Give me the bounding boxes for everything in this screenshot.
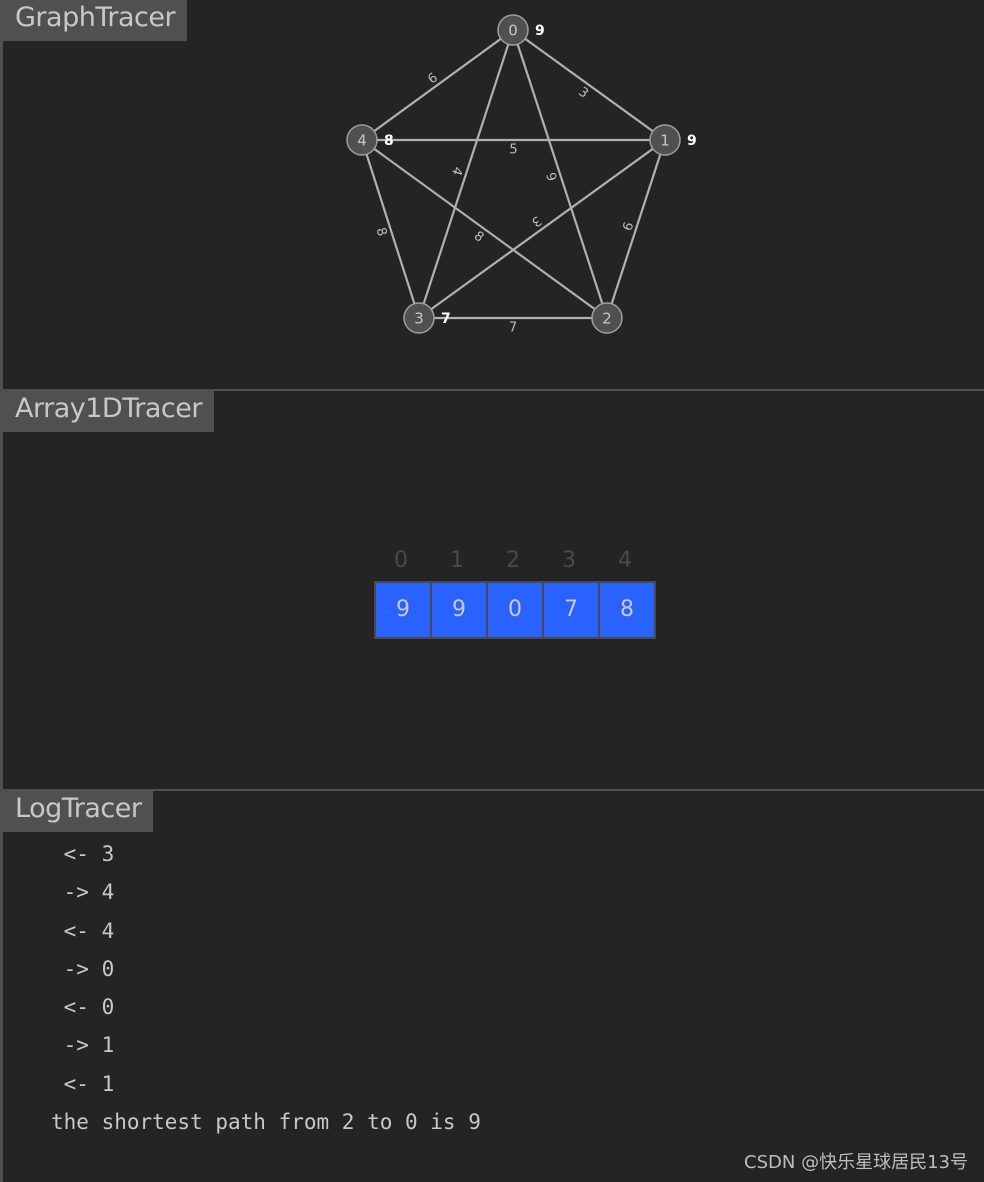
array-value-row: 9 9 0 7 8: [374, 581, 656, 639]
log-line: -> 4: [51, 880, 115, 905]
array-cell: 8: [600, 583, 654, 637]
graph-edge: [512, 29, 666, 141]
graph-edge: [605, 139, 667, 319]
node-id-label: 0: [508, 22, 518, 40]
log-line: <- 1: [51, 1071, 115, 1096]
array-cell: 7: [544, 583, 598, 637]
array-index: 2: [506, 548, 520, 573]
log-line: <- 4: [51, 918, 115, 943]
log-line: -> 0: [51, 956, 115, 981]
log-line: <- 0: [51, 995, 115, 1020]
edge-weight-label: 3: [575, 85, 591, 102]
array-index: 3: [562, 548, 576, 573]
edge-weight-label: 3: [528, 212, 544, 229]
array-view: 0 1 2 3 4 9 9 0 7 8: [373, 541, 656, 639]
edge-weight-label: 5: [509, 143, 517, 158]
log-output: <- 3 -> 4 <- 4 -> 0 <- 0 -> 1 <- 1 the s…: [51, 839, 481, 1145]
graph-edge: [511, 29, 609, 319]
log-line: -> 1: [51, 1033, 115, 1058]
node-id-label: 2: [602, 310, 612, 328]
node-id-label: 3: [414, 310, 424, 328]
array-index-row: 0 1 2 3 4: [373, 541, 656, 581]
edge-weight-label: 8: [373, 226, 390, 238]
array-index: 4: [618, 548, 632, 573]
node-id-label: 4: [357, 132, 367, 150]
array-cell: 9: [376, 583, 430, 637]
watermark: CSDN @快乐星球居民13号: [744, 1152, 968, 1173]
edge-weight-label: 7: [509, 321, 517, 336]
graph-edge: [361, 139, 608, 319]
log-tracer-title: LogTracer: [3, 791, 154, 832]
array-cell: 9: [432, 583, 486, 637]
node-id-label: 1: [660, 132, 670, 150]
graph-canvas: 9 3 5 4 9 9 8 8 3 7 0 9 1 9 2 3 7 4 8: [346, 14, 697, 336]
node-weight-label: 9: [687, 133, 697, 149]
edge-weight-label: 9: [424, 68, 440, 85]
array-tracer-panel: Array1DTracer 0 1 2 3 4 9 9 0 7 8: [0, 391, 984, 789]
node-weight-label: 9: [535, 23, 545, 39]
node-weight-label: 8: [384, 133, 394, 149]
graph-tracer-panel: GraphTracer 9354998837091923748: [0, 0, 984, 389]
node-weight-label: 7: [441, 311, 451, 327]
edge-weight-label: 8: [471, 229, 487, 246]
log-line: <- 3: [51, 842, 115, 866]
edge-weight-label: 9: [618, 220, 635, 233]
graph-edge: [360, 139, 421, 319]
array-tracer-title: Array1DTracer: [3, 391, 214, 432]
graph-edge: [361, 29, 514, 141]
log-line: the shortest path from 2 to 0 is 9: [51, 1110, 481, 1135]
edge-weight-label: 9: [542, 171, 559, 184]
array-index: 1: [450, 548, 464, 573]
edge-weight-label: 4: [448, 165, 465, 178]
array-index: 0: [394, 548, 408, 573]
log-tracer-panel: LogTracer <- 3 -> 4 <- 4 -> 0 <- 0 -> 1 …: [0, 791, 984, 1182]
array-cell: 0: [488, 583, 542, 637]
